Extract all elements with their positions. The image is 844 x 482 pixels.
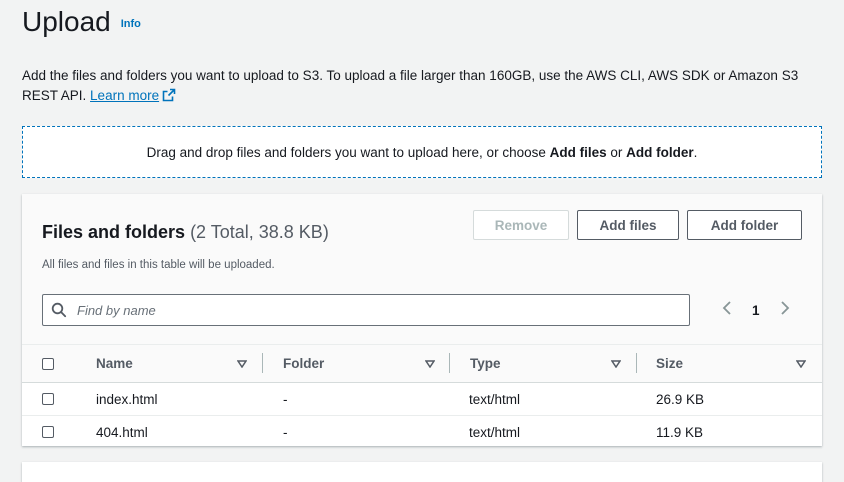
select-all-cell xyxy=(42,345,54,382)
next-page-icon[interactable] xyxy=(780,300,790,321)
table-row: 404.html - text/html 11.9 KB xyxy=(22,416,822,449)
dropzone-text: Drag and drop files and folders you want… xyxy=(146,144,698,160)
column-divider[interactable] xyxy=(636,353,637,373)
file-type: text/html xyxy=(469,391,521,407)
previous-page-icon[interactable] xyxy=(722,300,732,321)
learn-more-link[interactable]: Learn more xyxy=(90,88,176,103)
pagination: 1 xyxy=(722,300,790,320)
select-all-checkbox[interactable] xyxy=(42,357,54,370)
next-panel xyxy=(22,462,822,482)
page-title: Upload xyxy=(22,6,111,37)
remove-button[interactable]: Remove xyxy=(473,210,569,240)
add-folder-button[interactable]: Add folder xyxy=(687,210,802,240)
external-link-icon xyxy=(162,88,176,108)
files-and-folders-panel: Files and folders (2 Total, 38.8 KB) All… xyxy=(22,194,822,449)
page-description: Add the files and folders you want to up… xyxy=(22,66,822,108)
upload-dropzone[interactable]: Drag and drop files and folders you want… xyxy=(22,126,822,178)
info-link[interactable]: Info xyxy=(121,18,141,30)
table-row: index.html - text/html 26.9 KB xyxy=(22,383,822,416)
file-name: index.html xyxy=(96,391,158,407)
page-header: Upload Info xyxy=(22,6,141,38)
panel-subtitle: All files and files in this table will b… xyxy=(42,259,275,271)
sort-icon[interactable] xyxy=(796,345,806,382)
search-input[interactable] xyxy=(75,295,689,325)
row-checkbox[interactable] xyxy=(42,426,54,438)
column-header-type[interactable]: Type xyxy=(470,345,501,382)
column-header-folder[interactable]: Folder xyxy=(283,345,324,382)
column-header-size[interactable]: Size xyxy=(656,345,683,382)
sort-icon[interactable] xyxy=(237,345,247,382)
files-table: Name Folder Type Size index.html - text/… xyxy=(22,344,822,449)
file-size: 11.9 KB xyxy=(656,424,704,440)
column-header-name[interactable]: Name xyxy=(96,345,133,382)
column-divider[interactable] xyxy=(262,353,263,373)
table-header-row: Name Folder Type Size xyxy=(22,344,822,383)
search-icon xyxy=(43,302,75,318)
file-name: 404.html xyxy=(96,424,148,440)
panel-title: Files and folders (2 Total, 38.8 KB) xyxy=(42,222,329,242)
files-count: (2 Total, 38.8 KB) xyxy=(190,222,329,242)
sort-icon[interactable] xyxy=(611,345,621,382)
file-type: text/html xyxy=(469,424,521,440)
file-folder: - xyxy=(283,424,288,440)
panel-header: Files and folders (2 Total, 38.8 KB) All… xyxy=(22,194,822,344)
column-divider[interactable] xyxy=(449,353,450,373)
sort-icon[interactable] xyxy=(425,345,435,382)
row-checkbox[interactable] xyxy=(42,393,54,405)
file-folder: - xyxy=(283,391,288,407)
add-files-button[interactable]: Add files xyxy=(577,210,679,240)
file-size: 26.9 KB xyxy=(656,391,705,407)
learn-more-label: Learn more xyxy=(90,88,160,103)
search-box xyxy=(42,294,690,326)
current-page-number[interactable]: 1 xyxy=(752,303,760,318)
